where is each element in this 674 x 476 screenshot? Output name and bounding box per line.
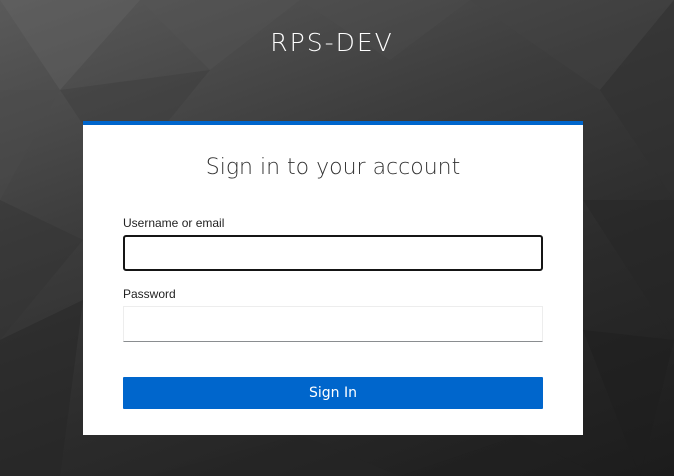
password-input[interactable] — [123, 306, 543, 342]
login-card: Sign in to your account Username or emai… — [83, 121, 583, 435]
username-input[interactable] — [123, 235, 543, 271]
sign-in-button[interactable]: Sign In — [123, 377, 543, 409]
username-label: Username or email — [123, 216, 225, 230]
password-label: Password — [123, 287, 176, 301]
realm-title: RPS-DEV — [270, 28, 394, 57]
login-card-title: Sign in to your account — [205, 155, 461, 180]
